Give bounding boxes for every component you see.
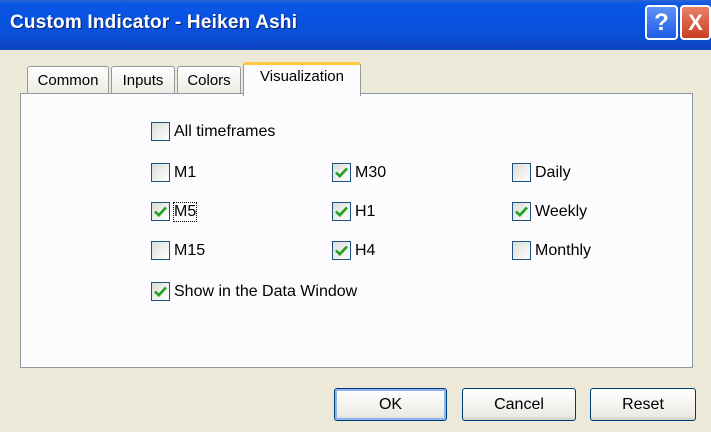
checkbox-label: Show in the Data Window xyxy=(174,282,358,300)
h4-checkbox[interactable]: H4 xyxy=(332,241,375,260)
checkbox-box[interactable] xyxy=(512,202,531,221)
tab-colors[interactable]: Colors xyxy=(177,66,241,94)
checkmark-icon xyxy=(335,167,348,178)
checkmark-icon xyxy=(154,206,167,217)
checkbox-label: Weekly xyxy=(535,202,588,220)
weekly-checkbox[interactable]: Weekly xyxy=(512,202,587,221)
tab-inputs[interactable]: Inputs xyxy=(111,66,175,94)
checkbox-label: Monthly xyxy=(535,241,592,259)
tab-common[interactable]: Common xyxy=(27,66,109,94)
checkmark-icon xyxy=(154,286,167,297)
tab-label: Common xyxy=(37,72,99,89)
window-title: Custom Indicator - Heiken Ashi xyxy=(10,12,298,33)
m15-checkbox[interactable]: M15 xyxy=(151,241,205,260)
checkbox-label: H4 xyxy=(355,241,376,259)
monthly-checkbox[interactable]: Monthly xyxy=(512,241,591,260)
checkbox-label: Daily xyxy=(535,163,571,181)
show-in-data-window-checkbox[interactable]: Show in the Data Window xyxy=(151,282,357,301)
all-timeframes-checkbox[interactable]: All timeframes xyxy=(151,122,275,141)
checkbox-box[interactable] xyxy=(151,241,170,260)
checkmark-icon xyxy=(335,245,348,256)
tab-label: Inputs xyxy=(122,72,164,89)
reset-button[interactable]: Reset xyxy=(590,388,696,421)
checkbox-label: All timeframes xyxy=(174,122,276,140)
title-bar[interactable]: Custom Indicator - Heiken Ashi ? X xyxy=(0,0,711,50)
checkbox-label: M5 xyxy=(172,201,198,222)
ok-button[interactable]: OK xyxy=(334,388,447,421)
checkbox-label: M30 xyxy=(355,163,387,181)
tab-label: Visualization xyxy=(260,68,344,85)
checkbox-box[interactable] xyxy=(332,241,351,260)
dialog-window: Custom Indicator - Heiken Ashi ? X Commo… xyxy=(0,0,711,432)
m30-checkbox[interactable]: M30 xyxy=(332,163,386,182)
checkbox-box[interactable] xyxy=(332,202,351,221)
help-button[interactable]: ? xyxy=(645,5,678,40)
checkbox-box[interactable] xyxy=(512,241,531,260)
checkbox-label: M1 xyxy=(174,163,197,181)
m1-checkbox[interactable]: M1 xyxy=(151,163,196,182)
checkbox-box[interactable] xyxy=(332,163,351,182)
cancel-button[interactable]: Cancel xyxy=(462,388,576,421)
tab-label: Colors xyxy=(187,72,231,89)
checkmark-icon xyxy=(515,206,528,217)
m5-checkbox[interactable]: M5 xyxy=(151,201,198,222)
checkbox-box[interactable] xyxy=(151,163,170,182)
visualization-panel xyxy=(20,93,693,368)
checkmark-icon xyxy=(335,206,348,217)
tab-visualization[interactable]: Visualization xyxy=(243,62,361,96)
checkbox-box[interactable] xyxy=(151,122,170,141)
help-icon: ? xyxy=(654,8,669,36)
checkbox-box[interactable] xyxy=(151,202,170,221)
checkbox-box[interactable] xyxy=(512,163,531,182)
close-button[interactable]: X xyxy=(680,5,711,40)
checkbox-label: M15 xyxy=(174,241,206,259)
checkbox-label: H1 xyxy=(355,202,376,220)
daily-checkbox[interactable]: Daily xyxy=(512,163,571,182)
checkbox-box[interactable] xyxy=(151,282,170,301)
close-icon: X xyxy=(688,9,703,35)
h1-checkbox[interactable]: H1 xyxy=(332,202,375,221)
